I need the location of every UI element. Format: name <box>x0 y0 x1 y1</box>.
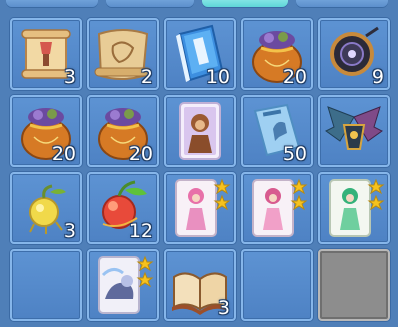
green-hair-character-card-icon <box>329 178 385 237</box>
inventory-slot-map-scroll[interactable]: 2 <box>87 18 159 90</box>
pink-hair-character-card-icon <box>175 178 231 237</box>
inventory-slot-pink-hair-character-card[interactable] <box>164 172 236 244</box>
item-count: 20 <box>51 143 76 165</box>
inventory-slot-scroll-brush[interactable]: 3 <box>10 18 82 90</box>
item-count: 12 <box>128 220 153 242</box>
item-count: 3 <box>63 66 76 88</box>
inventory-slot-treasure-bag[interactable]: 20 <box>10 95 82 167</box>
inventory-slot-blue-book[interactable]: 10 <box>164 18 236 90</box>
inventory-slot-monkey-card[interactable] <box>164 95 236 167</box>
item-count: 50 <box>282 143 307 165</box>
winged-armor-icon <box>325 106 383 150</box>
item-count: 10 <box>205 66 230 88</box>
wolf-character-card-icon <box>98 255 154 314</box>
inventory-slot-empty[interactable] <box>10 249 82 321</box>
item-count: 9 <box>371 66 384 88</box>
inventory-slot-treasure-bag[interactable]: 20 <box>241 18 313 90</box>
inventory-slot-dark-orb[interactable]: 9 <box>318 18 390 90</box>
inventory-slot-pink-girl-character-card[interactable] <box>241 172 313 244</box>
inventory-slot-green-hair-character-card[interactable] <box>318 172 390 244</box>
tab-1[interactable] <box>6 0 98 7</box>
inventory-slot-wolf-character-card[interactable] <box>87 249 159 321</box>
inventory-slot-winged-armor[interactable] <box>318 95 390 167</box>
inventory-slot-locked[interactable] <box>318 249 390 321</box>
inventory-slot-treasure-bag[interactable]: 20 <box>87 95 159 167</box>
item-count: 3 <box>217 297 230 319</box>
inventory-slot-lucky-fruit[interactable]: 12 <box>87 172 159 244</box>
inventory-slot-empty[interactable] <box>241 249 313 321</box>
inventory-slot-golden-gourd[interactable]: 3 <box>10 172 82 244</box>
item-count: 3 <box>63 220 76 242</box>
inventory-slot-open-book[interactable]: 3 <box>164 249 236 321</box>
item-count: 20 <box>282 66 307 88</box>
tab-3-active[interactable] <box>202 0 288 7</box>
item-count: 2 <box>140 66 153 88</box>
tab-2[interactable] <box>106 0 194 7</box>
item-count: 20 <box>128 143 153 165</box>
monkey-card-icon <box>179 102 221 160</box>
tab-4[interactable] <box>296 0 388 7</box>
tab-bar <box>0 0 398 10</box>
inventory-slot-horse-manual[interactable]: 50 <box>241 95 313 167</box>
pink-girl-character-card-icon <box>252 178 308 237</box>
